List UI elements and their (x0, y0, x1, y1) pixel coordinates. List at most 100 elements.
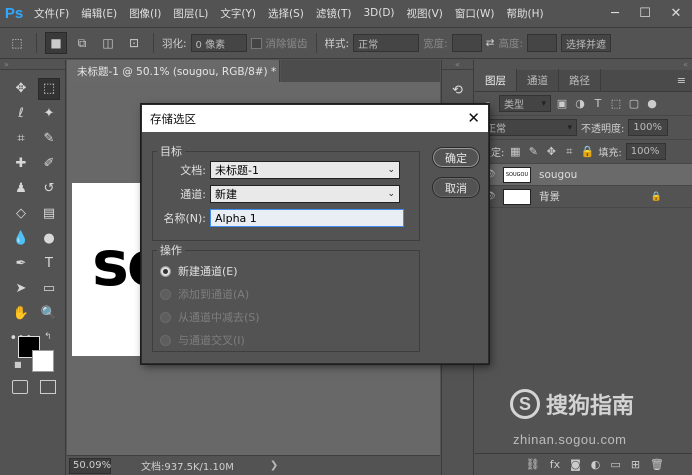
menu-select[interactable]: 选择(S) (262, 6, 310, 21)
minimize-button[interactable]: ─ (600, 0, 630, 26)
menu-3d[interactable]: 3D(D) (357, 7, 400, 19)
history-brush-tool-icon[interactable]: ↺ (38, 178, 60, 200)
radio-subtract-from-channel[interactable]: 从通道中减去(S) (160, 309, 260, 325)
background-color-swatch[interactable] (32, 350, 54, 372)
rect-marquee-tool-icon[interactable]: ⬚ (38, 77, 60, 100)
channel-name-input[interactable]: Alpha 1 (210, 209, 404, 227)
crop-tool-icon[interactable]: ⌗ (10, 128, 32, 150)
eraser-tool-icon[interactable]: ◇ (10, 203, 32, 225)
ok-button[interactable]: 确定 (432, 147, 480, 168)
antialias-checkbox[interactable] (250, 37, 262, 49)
magic-wand-tool-icon[interactable]: ✦ (38, 103, 60, 125)
dodge-tool-icon[interactable]: ● (38, 228, 60, 250)
rectangle-tool-icon[interactable]: ▭ (38, 278, 60, 300)
filter-shape-icon[interactable]: ⬚ (609, 97, 623, 110)
brush-tool-icon[interactable]: ✐ (38, 153, 60, 175)
path-selection-tool-icon[interactable]: ➤ (10, 278, 32, 300)
add-to-selection-icon[interactable]: ⧉ (71, 32, 93, 54)
hand-tool-icon[interactable]: ✋ (10, 303, 32, 325)
dialog-titlebar[interactable]: 存储选区 ✕ (142, 105, 488, 132)
panel-grip-icon[interactable]: « (442, 60, 473, 70)
new-selection-icon[interactable]: ■ (45, 32, 67, 54)
screen-mode-icon[interactable] (40, 380, 56, 394)
subtract-from-selection-icon[interactable]: ◫ (97, 32, 119, 54)
menu-image[interactable]: 图像(I) (123, 6, 167, 21)
panel-grip-icon[interactable]: » (0, 60, 65, 70)
menu-view[interactable]: 视图(V) (401, 6, 449, 21)
default-colors-icon[interactable]: ■ (14, 360, 22, 369)
layer-row-background[interactable]: 👁 背景 🔒 (475, 186, 692, 208)
height-input[interactable] (527, 34, 557, 52)
filter-toggle-icon[interactable]: ● (645, 97, 659, 110)
lock-image-icon[interactable]: ✎ (526, 145, 540, 158)
menu-filter[interactable]: 滤镜(T) (310, 6, 358, 21)
channel-select[interactable]: 新建 ⌄ (210, 185, 400, 203)
lock-artboard-icon[interactable]: ⌗ (562, 145, 576, 159)
menu-layer[interactable]: 图层(L) (167, 6, 214, 21)
radio-button[interactable] (160, 334, 171, 346)
layer-filter-select[interactable]: 类型 ▾ (499, 95, 551, 112)
clone-stamp-tool-icon[interactable]: ♟ (10, 178, 32, 200)
gradient-tool-icon[interactable]: ▤ (38, 203, 60, 225)
tab-channels[interactable]: 通道 (517, 69, 559, 91)
width-input[interactable] (451, 34, 482, 52)
new-group-icon[interactable]: ▭ (610, 458, 620, 471)
radio-button[interactable] (160, 265, 171, 277)
status-menu-icon[interactable]: ❯ (270, 460, 278, 471)
tab-layers[interactable]: 图层 (475, 69, 517, 91)
lasso-tool-icon[interactable]: ℓ (10, 103, 32, 125)
menu-edit[interactable]: 编辑(E) (75, 6, 123, 21)
fill-input[interactable]: 100% (625, 143, 666, 160)
blend-mode-select[interactable]: 正常 ▾ (481, 119, 577, 136)
delete-layer-icon[interactable]: 🗑 (650, 458, 664, 471)
swap-colors-icon[interactable]: ↰ (44, 332, 52, 342)
blur-tool-icon[interactable]: 💧 (10, 228, 32, 250)
filter-adjustment-icon[interactable]: ◑ (573, 97, 587, 110)
radio-button[interactable] (160, 288, 171, 300)
filter-smart-object-icon[interactable]: ▢ (627, 97, 641, 110)
maximize-button[interactable]: ☐ (630, 0, 660, 26)
filter-type-icon[interactable]: T (591, 97, 605, 110)
dialog-close-icon[interactable]: ✕ (467, 109, 480, 127)
zoom-tool-icon[interactable]: 🔍 (38, 303, 60, 325)
filter-pixel-icon[interactable]: ▣ (555, 97, 569, 110)
link-layers-icon[interactable]: ⛓ (526, 458, 540, 471)
swap-dimensions-icon[interactable]: ⇄ (486, 37, 495, 49)
radio-new-channel[interactable]: 新建通道(E) (160, 263, 238, 279)
radio-intersect-channel[interactable]: 与通道交叉(I) (160, 332, 245, 348)
lock-all-icon[interactable]: 🔒 (580, 145, 595, 158)
menu-file[interactable]: 文件(F) (28, 6, 75, 21)
opacity-input[interactable]: 100% (628, 119, 669, 136)
history-panel-icon[interactable]: ⟲ (446, 78, 470, 102)
radio-button[interactable] (160, 311, 171, 323)
quick-mask-icon[interactable] (12, 380, 28, 394)
style-select[interactable]: 正常 (353, 34, 420, 52)
layer-style-icon[interactable]: fx (550, 458, 560, 471)
add-mask-icon[interactable]: ◙ (570, 458, 581, 471)
lock-transparent-icon[interactable]: ▦ (508, 145, 522, 158)
document-select[interactable]: 未标题-1 ⌄ (210, 161, 400, 179)
zoom-level-input[interactable]: 50.09% (69, 457, 111, 474)
healing-brush-tool-icon[interactable]: ✚ (10, 153, 32, 175)
pen-tool-icon[interactable]: ✒ (10, 253, 32, 275)
lock-position-icon[interactable]: ✥ (544, 145, 558, 158)
radio-add-to-channel[interactable]: 添加到通道(A) (160, 286, 249, 302)
layer-row-sougou[interactable]: 👁 SOUGOU sougou (475, 164, 692, 186)
menu-type[interactable]: 文字(Y) (214, 6, 262, 21)
window-close-button[interactable]: ✕ (660, 0, 692, 26)
intersect-selection-icon[interactable]: ⊡ (123, 32, 145, 54)
menu-help[interactable]: 帮助(H) (501, 6, 550, 21)
tab-paths[interactable]: 路径 (559, 69, 601, 91)
feather-input[interactable]: 0 像素 (190, 34, 247, 52)
select-and-mask-button[interactable]: 选择并遮 (561, 34, 611, 52)
document-tab[interactable]: 未标题-1 @ 50.1% (sougou, RGB/8#) * × (67, 60, 293, 82)
type-tool-icon[interactable]: T (38, 253, 60, 275)
menu-window[interactable]: 窗口(W) (449, 6, 501, 21)
new-layer-icon[interactable]: ⊞ (631, 458, 640, 471)
adjustment-layer-icon[interactable]: ◐ (591, 458, 601, 471)
panel-menu-icon[interactable]: ≡ (677, 74, 686, 87)
move-tool-icon[interactable]: ✥ (10, 78, 32, 100)
eyedropper-tool-icon[interactable]: ✎ (38, 128, 60, 150)
marquee-preset-icon[interactable]: ⬚ (6, 32, 28, 54)
cancel-button[interactable]: 取消 (432, 177, 480, 198)
